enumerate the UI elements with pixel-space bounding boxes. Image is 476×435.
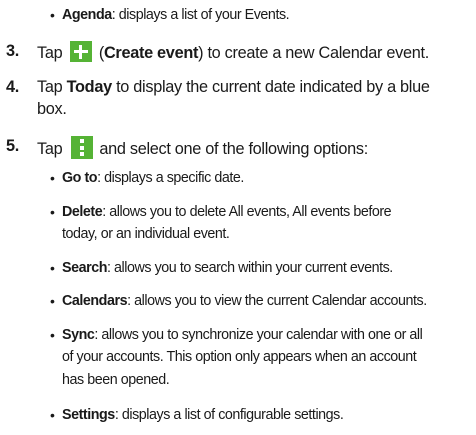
- step4-tap: Tap: [37, 78, 63, 96]
- list-item-sync: • Sync: allows you to synchronize your ca…: [50, 326, 423, 344]
- desc-settings: : displays a list of configurable settin…: [114, 407, 344, 423]
- desc-go-to: : displays a specific date.: [97, 170, 244, 186]
- list-item-delete: • Delete: allows you to delete All events…: [50, 203, 392, 221]
- term-settings: Settings: [62, 407, 115, 423]
- create-event-label: Create event: [103, 44, 199, 62]
- delete-continuation: today, or an individual event.: [62, 226, 230, 242]
- desc-calendars: : allows you to view the current Calenda…: [127, 293, 427, 309]
- manual-page: • Agenda: displays a list of your Events.…: [0, 0, 476, 435]
- step-3: 3. Tap (Create event) to create a new Cal…: [6, 41, 429, 62]
- sync-continuation-2: has been opened.: [62, 372, 170, 388]
- plus-icon: [69, 41, 92, 62]
- step5-tap: Tap: [37, 140, 63, 158]
- bullet-dot: •: [50, 407, 55, 423]
- step-4: 4. Tap Today to display the current date …: [6, 77, 430, 97]
- term-calendars: Calendars: [62, 293, 128, 309]
- term-go-to: Go to: [62, 170, 98, 186]
- bullet-dot: •: [50, 260, 55, 276]
- step4-continuation: box.: [37, 100, 67, 118]
- step-number: 4.: [6, 78, 19, 96]
- step3-text: ) to create a new Calendar event.: [198, 44, 429, 62]
- more-options-icon: [71, 136, 94, 159]
- list-item-agenda: • Agenda: displays a list of your Events.: [50, 6, 290, 24]
- today-label: Today: [66, 78, 113, 96]
- step5-text: and select one of the following options:: [99, 140, 368, 158]
- term-sync: Sync: [62, 327, 95, 343]
- bullet-dot: •: [50, 204, 55, 220]
- term-delete: Delete: [62, 204, 103, 220]
- bullet-dot: •: [50, 327, 55, 343]
- step3-tap: Tap: [37, 44, 63, 62]
- bullet-dot: •: [50, 7, 55, 23]
- term-agenda: Agenda: [62, 7, 112, 23]
- step-number: 5.: [6, 137, 19, 155]
- bullet-dot: •: [50, 170, 55, 186]
- sync-continuation-1: of your accounts. This option only appea…: [62, 349, 417, 365]
- list-item-calendars: • Calendars: allows you to view the curre…: [50, 292, 427, 310]
- step-number: 3.: [6, 42, 19, 60]
- desc-agenda: : displays a list of your Events.: [111, 7, 290, 23]
- bullet-dot: •: [50, 293, 55, 309]
- desc-sync: : allows you to synchronize your calenda…: [94, 327, 423, 343]
- list-item-settings: • Settings: displays a list of configurab…: [50, 406, 344, 424]
- list-item-go-to: • Go to: displays a specific date.: [50, 169, 244, 187]
- desc-search: : allows you to search within your curre…: [107, 260, 393, 276]
- step4-text: to display the current date indicated by…: [116, 78, 430, 96]
- step-5: 5. Tap and select one of the following opt…: [6, 136, 368, 159]
- list-item-search: • Search: allows you to search within you…: [50, 259, 393, 277]
- term-search: Search: [62, 260, 107, 276]
- desc-delete: : allows you to delete All events, All e…: [102, 204, 392, 220]
